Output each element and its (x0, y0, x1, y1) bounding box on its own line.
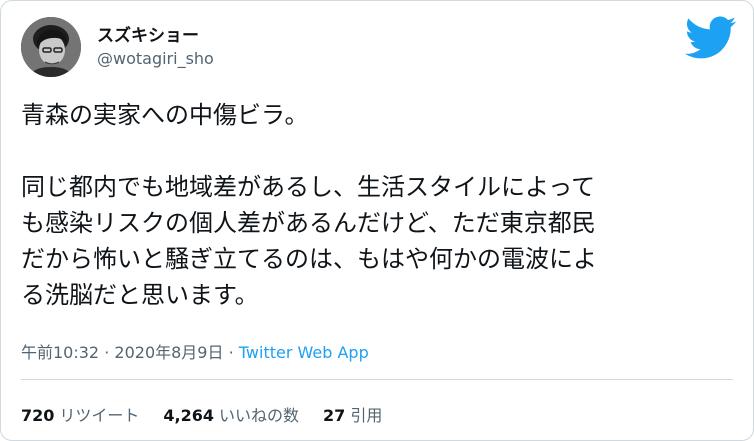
tweet-source-link[interactable]: Twitter Web App (239, 343, 369, 362)
quotes-stat[interactable]: 27 引用 (323, 402, 382, 426)
retweets-count: 720 (21, 406, 55, 425)
tweet-meta: 午前10:32 · 2020年8月9日 · Twitter Web App (21, 339, 369, 363)
quotes-count: 27 (323, 406, 346, 425)
likes-label: いいねの数 (219, 406, 300, 425)
tweet-date[interactable]: 2020年8月9日 (114, 343, 223, 362)
tweet-card: スズキショー @wotagiri_sho 青森の実家への中傷ビラ。 同じ都内でも… (0, 0, 754, 441)
avatar[interactable] (21, 17, 81, 77)
tweet-text: 青森の実家への中傷ビラ。 同じ都内でも地域差があるし、生活スタイルによって も感… (21, 101, 597, 309)
twitter-bird-icon[interactable] (685, 16, 737, 60)
meta-separator: · (228, 343, 234, 362)
user-handle[interactable]: @wotagiri_sho (97, 49, 214, 68)
display-name[interactable]: スズキショー (97, 21, 199, 46)
tweet-time[interactable]: 午前10:32 (21, 343, 99, 362)
quotes-label: 引用 (350, 406, 383, 425)
retweets-label: リツイート (59, 406, 140, 425)
likes-stat[interactable]: 4,264 いいねの数 (163, 402, 299, 426)
retweets-stat[interactable]: 720 リツイート (21, 402, 139, 426)
tweet-stats: 720 リツイート 4,264 いいねの数 27 引用 (21, 402, 382, 426)
avatar-photo-icon (21, 17, 81, 77)
meta-separator: · (104, 343, 110, 362)
divider (21, 379, 733, 380)
likes-count: 4,264 (163, 406, 215, 425)
